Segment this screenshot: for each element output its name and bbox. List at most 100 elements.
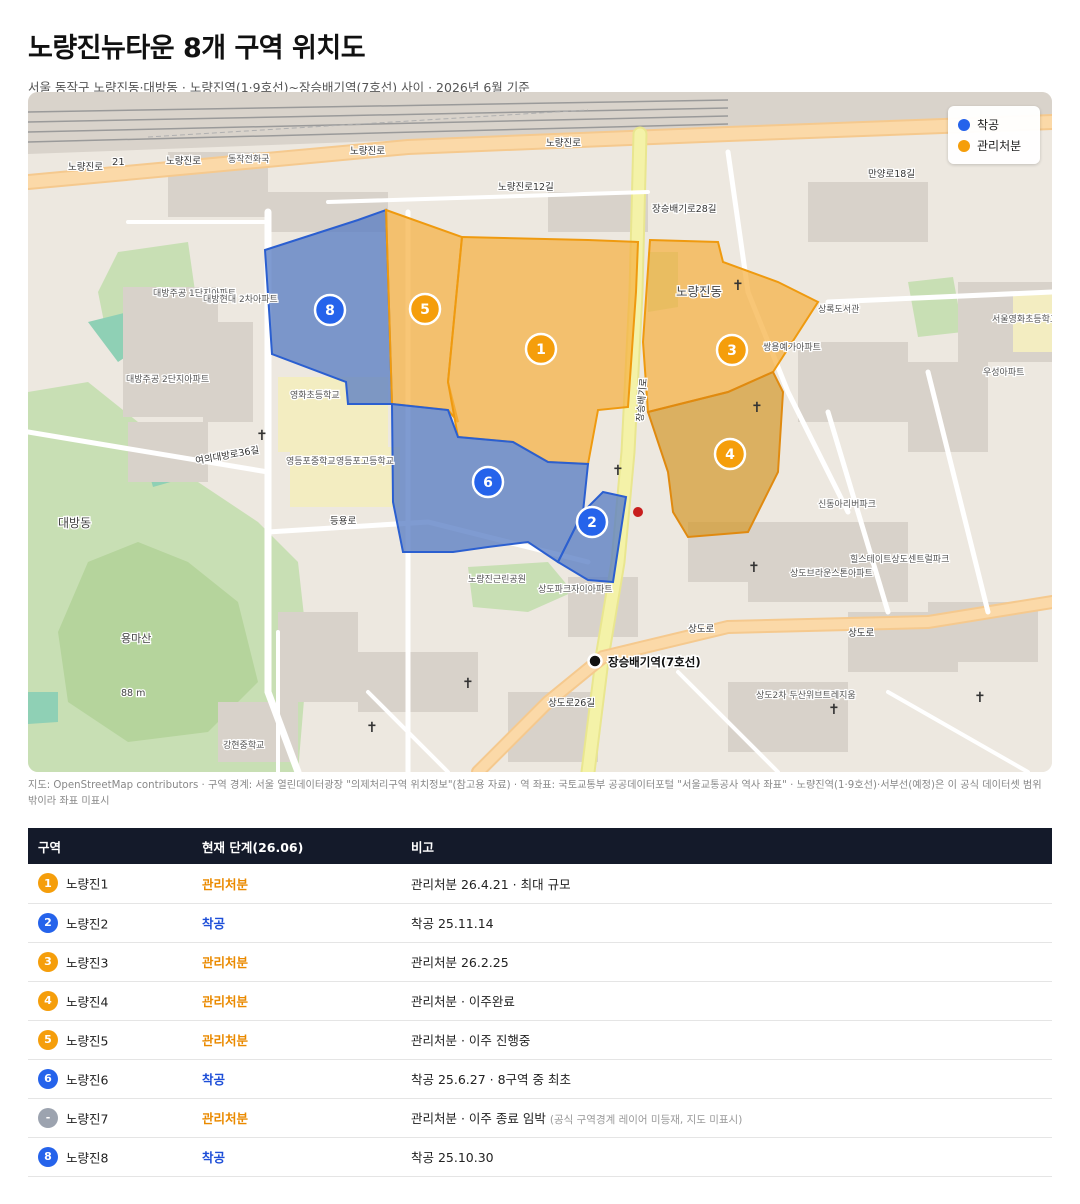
note-text: 관리처분 26.4.21 · 최대 규모 — [411, 876, 571, 892]
road-label: 노량진로 — [166, 155, 201, 167]
stage-label: 관리처분 — [202, 994, 249, 1009]
area-label: 노량진동 — [676, 284, 722, 299]
note-cell: 관리처분 26.4.21 · 최대 규모 — [401, 864, 1052, 904]
poi-label: 상도파크자이아파트 — [538, 584, 613, 595]
road-label: 21 — [112, 157, 125, 168]
zone-cell: - 노량진7 — [28, 1098, 192, 1138]
svg-text:✝: ✝ — [828, 702, 840, 718]
table-header-row: 구역 현재 단계(26.06) 비고 — [28, 828, 1052, 864]
zone-marker-4[interactable]: 4 — [713, 437, 747, 471]
zone-cell: 3 노량진3 — [28, 942, 192, 982]
legend-label-management: 관리처분 — [977, 139, 1022, 153]
zone-name: 노량진7 — [66, 1111, 109, 1126]
note-text: 착공 25.6.27 · 8구역 중 최초 — [411, 1072, 572, 1087]
table-body: 1 노량진1 관리처분 관리처분 26.4.21 · 최대 규모 2 노량진2 착공 착공 2… — [28, 864, 1052, 1177]
poi-label: 영등포고등학교 — [336, 456, 394, 467]
station-label: 장승배기역(7호선) — [608, 655, 701, 669]
poi-label: 강현중학교 — [223, 740, 264, 751]
poi-label: 힐스테이트상도센트럴파크 — [850, 553, 949, 565]
note-text: 착공 25.11.14 — [411, 916, 494, 931]
zone-name: 노량진4 — [66, 994, 109, 1009]
zone-name: 노량진2 — [66, 916, 109, 931]
note-cell: 착공 25.11.14 — [401, 903, 1052, 943]
header-zone: 구역 — [28, 828, 192, 864]
note-text: 관리처분 · 이주완료 — [411, 994, 515, 1009]
zone-marker-2[interactable]: 2 — [575, 505, 609, 539]
zone-number-badge: 3 — [38, 951, 58, 972]
stage-label: 착공 — [202, 1150, 226, 1165]
area-label: 용마산 — [121, 632, 151, 645]
zone-cell: 5 노량진5 — [28, 1020, 192, 1060]
zone-marker-8-label: 8 — [325, 303, 335, 319]
note-text: 관리처분 26.2.25 — [411, 955, 509, 970]
zone-number-badge: 5 — [38, 1029, 58, 1050]
table-row: - 노량진7 관리처분 관리처분 · 이주 종료 임박 (공식 구역경계 레이어 미등재… — [28, 1098, 1052, 1138]
stage-cell: 착공 — [192, 903, 401, 943]
note-cell: 관리처분 · 이주 종료 임박 (공식 구역경계 레이어 미등재, 지도 미표시) — [401, 1098, 1052, 1138]
svg-text:✝: ✝ — [974, 690, 986, 706]
zone-number-badge: 4 — [38, 990, 58, 1011]
zone-table: 구역 현재 단계(26.06) 비고 1 노량진1 관리처분 관리처분 26.4.21… — [28, 828, 1052, 1177]
poi-label: 영화초등학교 — [290, 390, 340, 401]
note-cell: 관리처분 · 이주 진행중 — [401, 1020, 1052, 1060]
poi-label: 대방현대 2차아파트 — [203, 293, 278, 305]
svg-text:✝: ✝ — [612, 463, 624, 479]
zone-cell: 2 노량진2 — [28, 903, 192, 943]
stage-cell: 관리처분 — [192, 1020, 401, 1060]
legend-dot-management — [958, 139, 970, 152]
legend-label-construction: 착공 — [977, 118, 1000, 132]
zone-name: 노량진6 — [66, 1072, 109, 1087]
note-subtext: (공식 구역경계 레이어 미등재, 지도 미표시) — [549, 1114, 743, 1126]
svg-text:✝: ✝ — [366, 720, 378, 736]
note-text: 착공 25.10.30 — [411, 1150, 494, 1165]
stage-label: 착공 — [202, 1072, 226, 1087]
zone-marker-1-label: 1 — [536, 342, 546, 358]
zone-cell: 8 노량진8 — [28, 1137, 192, 1177]
table-row: 5 노량진5 관리처분 관리처분 · 이주 진행중 — [28, 1020, 1052, 1060]
zone-number-badge: 8 — [38, 1146, 58, 1167]
poi-label: 신동아리버파크 — [818, 499, 876, 510]
zone-marker-3-label: 3 — [727, 343, 737, 359]
note-cell: 관리처분 26.2.25 — [401, 942, 1052, 982]
poi-label: 대방주공 2단지아파트 — [126, 374, 209, 385]
map-view[interactable]: ✝ ✝ ✝ ✝ ✝ ✝ ✝ ✝ ✝ 8 5 1 3 4 6 2 장승배기역(7호… — [28, 92, 1052, 772]
zone-cell: 6 노량진6 — [28, 1059, 192, 1099]
legend-dot-construction — [958, 118, 970, 131]
zone-name: 노량진8 — [66, 1150, 109, 1165]
note-cell: 착공 25.10.30 — [401, 1137, 1052, 1177]
poi-label: 상도2차 두산위브트레지움 — [756, 689, 856, 701]
stage-cell: 관리처분 — [192, 981, 401, 1021]
road-label: 노량진로12길 — [498, 181, 554, 193]
zone-marker-6[interactable]: 6 — [471, 465, 505, 499]
svg-text:✝: ✝ — [256, 428, 268, 444]
map-canvas[interactable]: ✝ ✝ ✝ ✝ ✝ ✝ ✝ ✝ ✝ 8 5 1 3 4 6 2 장승배기역(7호… — [28, 92, 1052, 772]
poi-label: 동작전화국 — [228, 154, 269, 165]
stage-label: 관리처분 — [202, 955, 249, 970]
stage-cell: 착공 — [192, 1059, 401, 1099]
zone-name: 노량진1 — [66, 876, 109, 892]
road-label: 만양로18길 — [868, 168, 915, 180]
zone-marker-8[interactable]: 8 — [313, 293, 347, 327]
header-stage: 현재 단계(26.06) — [192, 828, 401, 864]
stage-label: 관리처분 — [202, 1111, 249, 1126]
stage-label: 착공 — [202, 916, 226, 931]
zone-number-badge: - — [38, 1107, 58, 1128]
zone-number-badge: 6 — [38, 1068, 58, 1089]
svg-text:✝: ✝ — [732, 278, 744, 294]
zone-marker-3[interactable]: 3 — [715, 333, 749, 367]
road-label: 노량진로 — [546, 137, 581, 149]
road-label: 상도로 — [688, 624, 714, 635]
poi-label: 상록도서관 — [818, 304, 859, 315]
note-cell: 착공 25.6.27 · 8구역 중 최초 — [401, 1059, 1052, 1099]
map-legend: 착공 관리처분 — [948, 106, 1040, 164]
road-label: 상도로 — [848, 628, 874, 639]
stage-cell: 관리처분 — [192, 942, 401, 982]
zone-name: 노량진5 — [66, 1033, 109, 1048]
zone-marker-5[interactable]: 5 — [408, 292, 442, 326]
poi-label: 상도브라운스톤아파트 — [790, 568, 873, 579]
zone-cell: 4 노량진4 — [28, 981, 192, 1021]
zone-marker-1[interactable]: 1 — [524, 332, 558, 366]
legend-item-construction: 착공 — [958, 114, 1030, 135]
area-label: 88 m — [121, 688, 145, 699]
stage-cell: 관리처분 — [192, 1098, 401, 1138]
